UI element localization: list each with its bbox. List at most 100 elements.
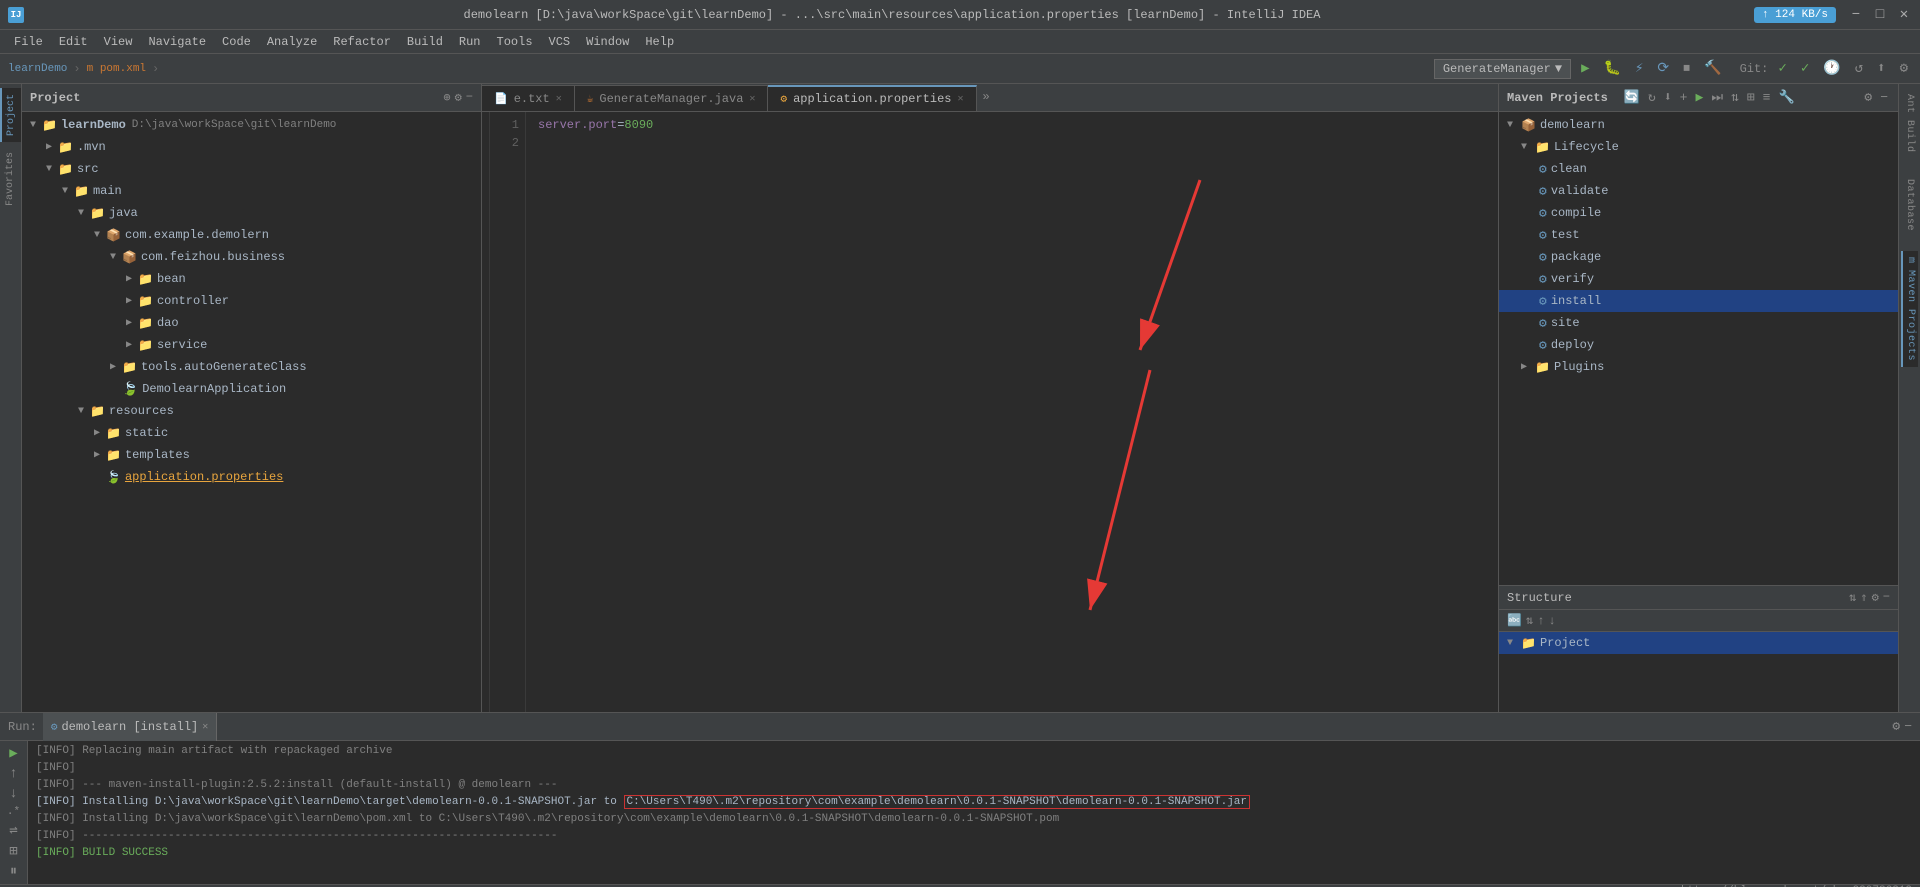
maven-item-compile[interactable]: ⚙ compile <box>1499 202 1898 224</box>
build-button[interactable]: 🔨 <box>1700 58 1725 79</box>
structure-item-project[interactable]: ▼ 📁 Project <box>1499 632 1898 654</box>
structure-expand-icon[interactable]: ⇑ <box>1860 590 1867 605</box>
tab-generatemanager-close[interactable]: ✕ <box>749 93 755 105</box>
menu-vcs[interactable]: VCS <box>541 33 579 51</box>
tree-item-bean[interactable]: ▶ 📁 bean <box>22 268 481 290</box>
debug-button[interactable]: 🐛 <box>1600 58 1625 79</box>
git-history-icon[interactable]: 🕐 <box>1819 58 1844 79</box>
maven-item-package[interactable]: ⚙ package <box>1499 246 1898 268</box>
run-settings-icon[interactable]: ⚙ <box>1892 719 1900 734</box>
tree-item-src[interactable]: ▼ 📁 src <box>22 158 481 180</box>
stop-button[interactable]: ⏹ <box>1679 59 1694 79</box>
maven-item-clean[interactable]: ⚙ clean <box>1499 158 1898 180</box>
tree-item-resources[interactable]: ▼ 📁 resources <box>22 400 481 422</box>
menu-analyze[interactable]: Analyze <box>259 33 325 51</box>
tree-item-controller[interactable]: ▶ 📁 controller <box>22 290 481 312</box>
maven-item-plugins[interactable]: ▶ 📁 Plugins <box>1499 356 1898 378</box>
run-scroll-down-button[interactable]: ↓ <box>9 786 17 802</box>
profile-button[interactable]: ⟳ <box>1653 58 1673 79</box>
tab-generatemanager[interactable]: ☕ GenerateManager.java ✕ <box>575 85 769 111</box>
run-play-button[interactable]: ▶ <box>9 745 17 762</box>
tree-item-com-feizhou[interactable]: ▼ 📦 com.feizhou.business <box>22 246 481 268</box>
ant-build-strip[interactable]: Ant Build <box>1902 88 1917 159</box>
tree-item-static[interactable]: ▶ 📁 static <box>22 422 481 444</box>
tree-item-com-example[interactable]: ▼ 📦 com.example.demolern <box>22 224 481 246</box>
maven-item-verify[interactable]: ⚙ verify <box>1499 268 1898 290</box>
close-button[interactable]: ✕ <box>1896 7 1912 23</box>
code-area[interactable]: server.port=8090 <box>526 112 1498 712</box>
structure-filter-icon[interactable]: ⇅ <box>1526 613 1533 628</box>
favorites-tab-strip[interactable]: Favorites <box>1 146 20 212</box>
structure-minimize-icon[interactable]: − <box>1883 590 1890 605</box>
menu-run[interactable]: Run <box>451 33 489 51</box>
database-strip[interactable]: Database <box>1902 173 1917 237</box>
tree-item-appprops[interactable]: ▶ 🍃 application.properties <box>22 466 481 488</box>
menu-tools[interactable]: Tools <box>489 33 541 51</box>
git-settings-icon[interactable]: ⚙ <box>1896 58 1912 79</box>
menu-edit[interactable]: Edit <box>51 33 96 51</box>
menu-refactor[interactable]: Refactor <box>325 33 399 51</box>
maven-columns-icon[interactable]: ⊞ <box>1745 89 1757 106</box>
menu-navigate[interactable]: Navigate <box>140 33 214 51</box>
run-tab-close[interactable]: ✕ <box>202 721 208 733</box>
tab-etxt-close[interactable]: ✕ <box>556 93 562 105</box>
nav-breadcrumb-pom[interactable]: m pom.xml <box>87 63 146 75</box>
maven-item-deploy[interactable]: ⚙ deploy <box>1499 334 1898 356</box>
maven-download-icon[interactable]: ⬇ <box>1662 89 1674 106</box>
run-wrap-button[interactable]: ⇌ <box>9 822 17 839</box>
git-revert-icon[interactable]: ↺ <box>1851 58 1867 79</box>
git-ok-icon[interactable]: ✓ <box>1797 58 1813 79</box>
maven-filter-icon[interactable]: ≡ <box>1761 89 1773 106</box>
tree-item-templates[interactable]: ▶ 📁 templates <box>22 444 481 466</box>
maximize-button[interactable]: □ <box>1872 7 1888 23</box>
maven-item-validate[interactable]: ⚙ validate <box>1499 180 1898 202</box>
nav-breadcrumb-learndemo[interactable]: learnDemo <box>8 63 67 75</box>
tree-item-dao[interactable]: ▶ 📁 dao <box>22 312 481 334</box>
tree-item-mvn[interactable]: ▶ 📁 .mvn <box>22 136 481 158</box>
tree-item-java[interactable]: ▼ 📁 java <box>22 202 481 224</box>
tree-item-demoapp[interactable]: ▶ 🍃 DemolearnApplication <box>22 378 481 400</box>
maven-item-test[interactable]: ⚙ test <box>1499 224 1898 246</box>
maven-toggle-icon[interactable]: ⇅ <box>1729 89 1741 106</box>
structure-sort-icon[interactable]: ⇅ <box>1849 590 1856 605</box>
maven-run-icon[interactable]: ▶ <box>1693 89 1705 106</box>
minimize-button[interactable]: − <box>1848 7 1864 23</box>
run-regex-button[interactable]: .* <box>7 806 20 818</box>
maven-item-site[interactable]: ⚙ site <box>1499 312 1898 334</box>
tab-etxt[interactable]: 📄 e.txt ✕ <box>482 85 575 111</box>
maven-reimport-icon[interactable]: ↻ <box>1646 89 1658 106</box>
menu-file[interactable]: File <box>6 33 51 51</box>
run-pause-button[interactable]: ⏸ <box>10 864 17 880</box>
tab-appprops-close[interactable]: ✕ <box>958 93 964 105</box>
maven-gear-icon[interactable]: ⚙ <box>1862 89 1874 106</box>
maven-skip-icon[interactable]: ⏭ <box>1709 89 1725 106</box>
tab-appprops[interactable]: ⚙ application.properties ✕ <box>768 85 976 111</box>
run-output[interactable]: [INFO] Replacing main artifact with repa… <box>28 741 1920 884</box>
project-minimize-icon[interactable]: − <box>466 90 473 105</box>
maven-settings-icon[interactable]: 🔧 <box>1776 89 1796 106</box>
menu-code[interactable]: Code <box>214 33 259 51</box>
run-config-dropdown[interactable]: GenerateManager ▼ <box>1434 59 1571 79</box>
maven-item-demolearn[interactable]: ▼ 📦 demolearn <box>1499 114 1898 136</box>
tree-item-main[interactable]: ▼ 📁 main <box>22 180 481 202</box>
tree-item-learndemo[interactable]: ▼ 📁 learnDemo D:\java\workSpace\git\lear… <box>22 114 481 136</box>
menu-window[interactable]: Window <box>578 33 637 51</box>
coverage-button[interactable]: ⚡ <box>1631 58 1647 79</box>
project-scroll-icon[interactable]: ⊕ <box>443 90 450 105</box>
menu-view[interactable]: View <box>96 33 141 51</box>
maven-add-icon[interactable]: + <box>1678 89 1690 106</box>
menu-help[interactable]: Help <box>637 33 682 51</box>
project-gear-icon[interactable]: ⚙ <box>455 90 462 105</box>
run-tab-install[interactable]: ⚙ demolearn [install] ✕ <box>43 713 217 741</box>
maven-item-lifecycle[interactable]: ▼ 📁 Lifecycle <box>1499 136 1898 158</box>
maven-projects-strip[interactable]: m Maven Projects <box>1901 251 1918 367</box>
tree-item-tools[interactable]: ▶ 📁 tools.autoGenerateClass <box>22 356 481 378</box>
structure-up-icon[interactable]: ↑ <box>1537 614 1544 628</box>
structure-alpha-icon[interactable]: 🔤 <box>1507 613 1522 628</box>
structure-down-icon[interactable]: ↓ <box>1548 614 1555 628</box>
menu-build[interactable]: Build <box>399 33 451 51</box>
structure-gear-icon[interactable]: ⚙ <box>1872 590 1879 605</box>
tree-item-service[interactable]: ▶ 📁 service <box>22 334 481 356</box>
maven-item-install[interactable]: ⚙ install <box>1499 290 1898 312</box>
run-tree-button[interactable]: ⊞ <box>9 843 17 860</box>
